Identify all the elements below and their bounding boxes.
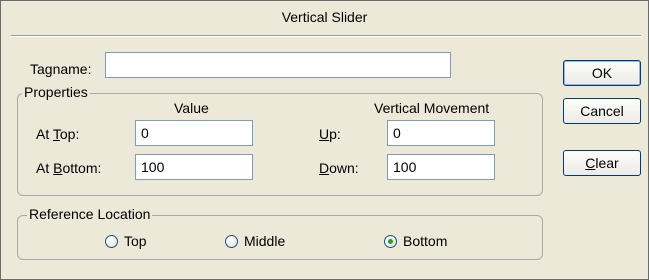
title-separator (11, 35, 641, 37)
radio-middle[interactable]: Middle (225, 233, 285, 249)
ok-button[interactable]: OK (563, 60, 641, 86)
up-input[interactable] (387, 120, 495, 146)
tagname-input[interactable] (105, 52, 451, 78)
radio-middle-label: Middle (244, 233, 286, 249)
radio-top-label: Top (124, 233, 147, 249)
reference-location-legend: Reference Location (27, 206, 153, 222)
value-column-header: Value (174, 100, 209, 116)
down-input[interactable] (387, 154, 495, 180)
vertical-slider-dialog: Vertical Slider Tagname: Properties Valu… (0, 0, 649, 280)
clear-button[interactable]: Clear (563, 150, 641, 176)
tagname-label: Tagname: (30, 61, 92, 77)
radio-bottom[interactable]: Bottom (384, 233, 447, 249)
at-top-input[interactable] (135, 120, 253, 146)
radio-middle-circle[interactable] (225, 234, 238, 248)
down-label: Down: (319, 160, 359, 176)
radio-bottom-circle[interactable] (384, 234, 397, 248)
radio-top[interactable]: Top (105, 233, 147, 249)
at-top-label: At Top: (36, 126, 80, 142)
at-bottom-label: At Bottom: (36, 160, 102, 176)
radio-bottom-label: Bottom (403, 233, 448, 249)
cancel-button[interactable]: Cancel (563, 98, 641, 124)
dialog-title: Vertical Slider (281, 9, 368, 25)
vertical-movement-header: Vertical Movement (374, 100, 490, 116)
radio-top-circle[interactable] (105, 234, 118, 248)
properties-legend: Properties (22, 84, 90, 100)
up-label: Up: (319, 126, 341, 142)
at-bottom-input[interactable] (135, 154, 253, 180)
